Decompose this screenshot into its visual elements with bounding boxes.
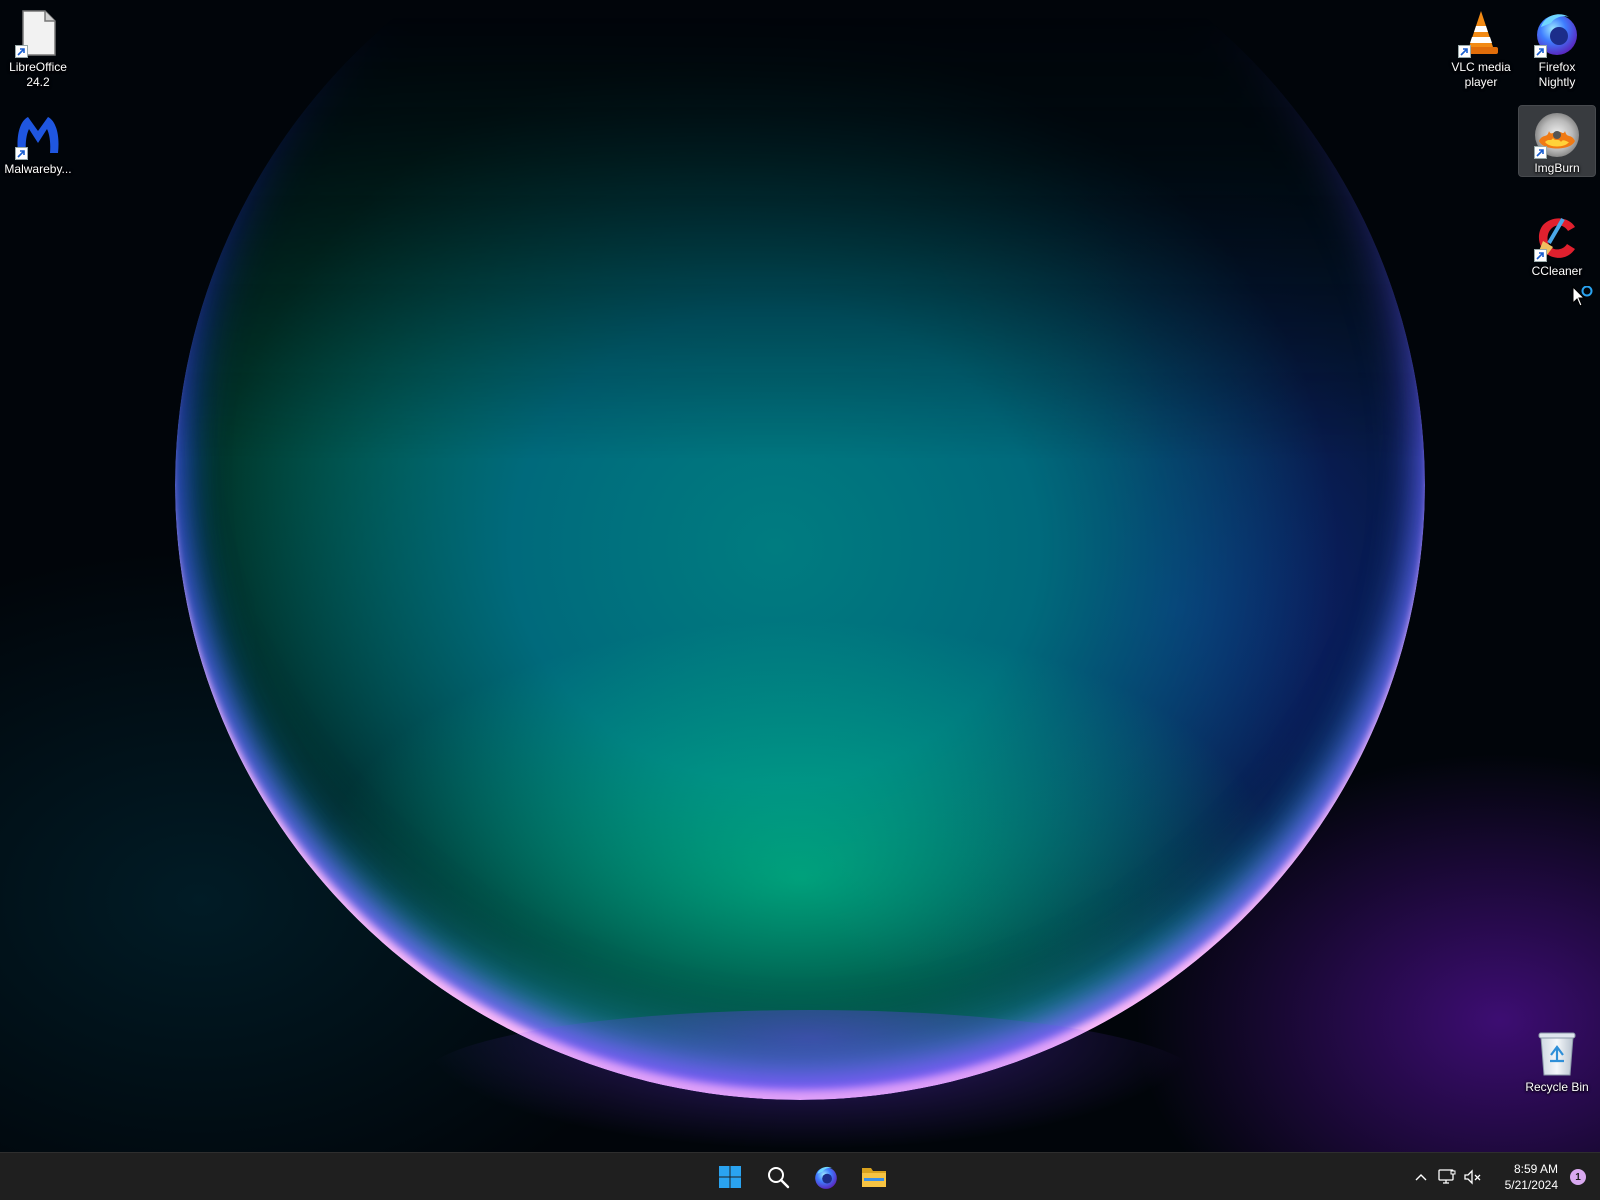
imgburn-icon bbox=[1532, 110, 1582, 159]
chevron-up-icon bbox=[1415, 1174, 1427, 1181]
search-icon bbox=[768, 1167, 790, 1189]
firefox-nightly-icon bbox=[815, 1166, 837, 1189]
network-button[interactable] bbox=[1434, 1161, 1460, 1193]
desktop-icon-vlc[interactable]: VLC media player bbox=[1443, 4, 1519, 90]
shortcut-arrow-icon bbox=[1458, 45, 1471, 58]
wallpaper-orb bbox=[175, 0, 1425, 1100]
desktop-icon-label: CCleaner bbox=[1531, 264, 1583, 278]
desktop-icon-label: Malwareby... bbox=[4, 162, 72, 176]
malwarebytes-icon bbox=[13, 110, 63, 160]
taskbar-file-explorer-button[interactable] bbox=[854, 1157, 894, 1197]
busy-cursor-icon bbox=[1572, 285, 1596, 315]
clock[interactable]: 8:59 AM 5/21/2024 bbox=[1486, 1161, 1564, 1193]
shortcut-arrow-icon bbox=[1534, 249, 1547, 262]
taskbar: 8:59 AM 5/21/2024 1 bbox=[0, 1152, 1600, 1200]
recycle-bin-icon bbox=[1532, 1028, 1582, 1078]
search-button[interactable] bbox=[758, 1157, 798, 1197]
shortcut-arrow-icon bbox=[1534, 146, 1547, 159]
desktop-icon-malwarebytes[interactable]: Malwareby... bbox=[0, 106, 76, 177]
windows-start-icon bbox=[719, 1166, 741, 1188]
taskbar-firefox-nightly-button[interactable] bbox=[806, 1157, 846, 1197]
volume-muted-icon bbox=[1464, 1169, 1481, 1185]
vlc-icon bbox=[1456, 8, 1506, 58]
network-icon bbox=[1438, 1169, 1456, 1184]
taskbar-pinned-apps bbox=[710, 1153, 894, 1200]
desktop-icon-label: Recycle Bin bbox=[1525, 1080, 1589, 1094]
firefox-nightly-icon bbox=[1532, 8, 1582, 58]
libreoffice-icon bbox=[13, 8, 63, 58]
clock-date: 5/21/2024 bbox=[1504, 1178, 1558, 1192]
shortcut-arrow-icon bbox=[15, 45, 28, 58]
desktop-icon-label: ImgBurn bbox=[1534, 161, 1580, 175]
desktop-wallpaper bbox=[0, 0, 1600, 1152]
desktop-icon-label: VLC media player bbox=[1451, 60, 1511, 89]
ccleaner-icon bbox=[1532, 212, 1582, 262]
desktop-icon-label: Firefox Nightly bbox=[1538, 60, 1576, 89]
system-tray: 8:59 AM 5/21/2024 1 bbox=[1408, 1153, 1600, 1200]
desktop-icon-ccleaner[interactable]: CCleaner bbox=[1519, 208, 1595, 279]
file-explorer-icon bbox=[862, 1168, 886, 1187]
start-button[interactable] bbox=[710, 1157, 750, 1197]
show-hidden-icons-button[interactable] bbox=[1408, 1161, 1434, 1193]
clock-time: 8:59 AM bbox=[1513, 1162, 1558, 1176]
desktop-icon-firefox-nightly[interactable]: Firefox Nightly bbox=[1519, 4, 1595, 90]
shortcut-arrow-icon bbox=[15, 147, 28, 160]
desktop-icon-label: LibreOffice 24.2 bbox=[9, 60, 67, 89]
wallpaper-glow bbox=[420, 1010, 1200, 1150]
desktop-icon-imgburn[interactable]: ImgBurn bbox=[1518, 105, 1596, 177]
shortcut-arrow-icon bbox=[1534, 45, 1547, 58]
volume-button[interactable] bbox=[1460, 1161, 1486, 1193]
notification-badge[interactable]: 1 bbox=[1570, 1169, 1586, 1185]
desktop-icon-recycle-bin[interactable]: Recycle Bin bbox=[1519, 1024, 1595, 1095]
desktop-icon-libreoffice[interactable]: LibreOffice 24.2 bbox=[0, 4, 76, 90]
